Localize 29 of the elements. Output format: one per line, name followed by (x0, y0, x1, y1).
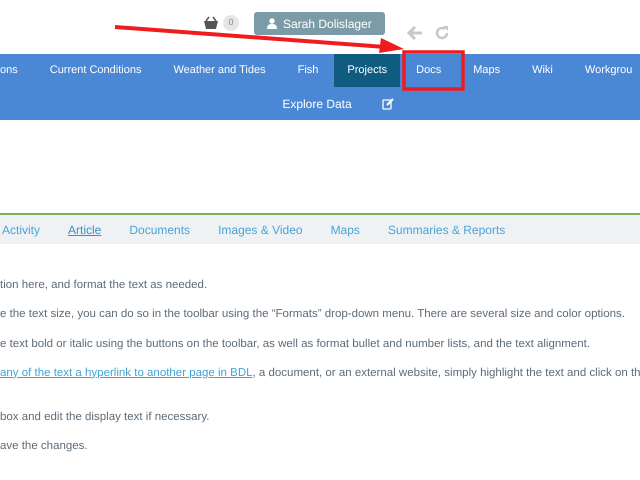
subnav-tab[interactable]: Activity (0, 220, 54, 238)
cart-count-badge: 0 (223, 15, 239, 31)
body-text: e the text size, you can do so in the toolbar using the “Formats” drop-down menu. There are several size and color options. (0, 307, 626, 322)
nav-link[interactable]: Maps (457, 54, 516, 87)
nav-link[interactable]: Docs (400, 54, 458, 87)
body-text: e text bold or italic using the buttons on the toolbar, as well as format bullet and number lists, and the text alignment. (0, 336, 592, 352)
body-text: any of the text a hyperlink to another page in BDL, a document, or an external website, simply highlight the text and click on th (0, 366, 640, 381)
body-text: box and edit the display text if necessary. (0, 410, 210, 425)
nav-link[interactable]: ons (0, 54, 34, 87)
nav-link[interactable]: Projects (334, 54, 400, 87)
edit-icon[interactable] (382, 98, 394, 110)
subnav-tab[interactable]: Documents (115, 220, 204, 238)
user-button[interactable]: Sarah Dolislager (254, 12, 385, 35)
nav-link[interactable]: Workgrou (568, 54, 640, 87)
hyperlink[interactable]: any of the text a hyperlink to another page in BDL (0, 366, 253, 379)
subnav-tab[interactable]: Maps (316, 220, 374, 238)
subnav-tab[interactable]: Summaries & Reports (374, 220, 520, 238)
person-icon (267, 18, 277, 29)
body-text: ave the changes. (0, 439, 89, 454)
subnav-tab[interactable]: Article (54, 220, 116, 238)
nav-link[interactable]: Current Conditions (34, 54, 158, 87)
nav-link[interactable]: Explore Data (282, 94, 352, 112)
subnav-tab[interactable]: Images & Video (204, 220, 317, 238)
nav-link[interactable]: Weather and Tides (157, 54, 282, 87)
body-text: tion here, and format the text as needed. (0, 278, 208, 293)
basket-icon[interactable] (203, 16, 219, 30)
nav-link[interactable]: Wiki (516, 54, 569, 87)
nav-link[interactable]: Fish (282, 54, 334, 87)
highlight-box (402, 50, 465, 91)
